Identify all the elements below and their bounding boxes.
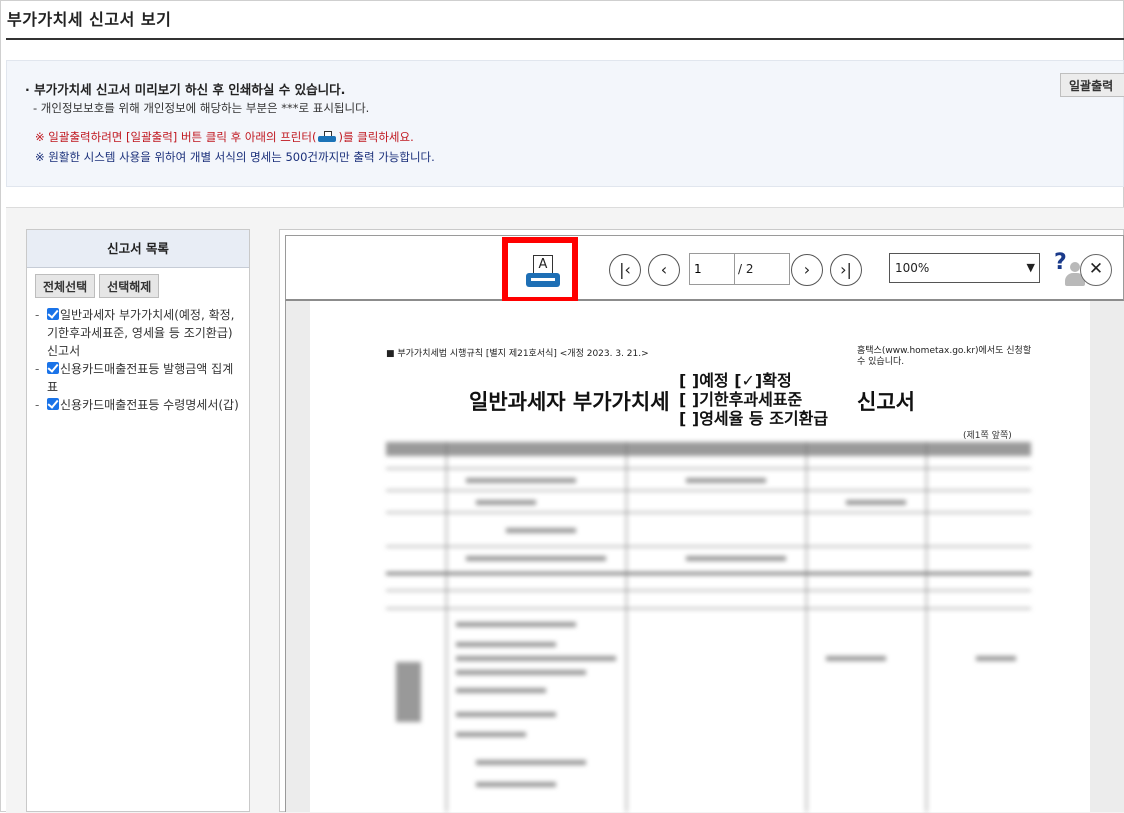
- printer-icon: [318, 131, 337, 143]
- list-item[interactable]: - 신용카드매출전표등 수령명세서(갑): [33, 396, 243, 414]
- close-button[interactable]: ✕: [1080, 254, 1112, 286]
- selection-buttons: 전체선택 선택해제: [27, 268, 249, 298]
- select-all-button[interactable]: 전체선택: [35, 274, 96, 298]
- report-list-panel: 신고서 목록 전체선택 선택해제 - 일반과세자 부가가치세(예정, 확정, 기한후…: [26, 229, 250, 812]
- list-item-label: 신용카드매출전표등 수령명세서(갑): [60, 398, 239, 412]
- list-item-label: 일반과세자 부가가치세(예정, 확정, 기한후과세표준, 영세율 등 조기환급)…: [47, 308, 235, 358]
- notice-line-4: ※ 원활한 시스템 사용을 위하여 개별 서식의 명세는 500건까지만 출력 …: [35, 150, 435, 164]
- printer-icon[interactable]: A: [526, 255, 560, 289]
- option-line: [ ]기한후과세표준: [679, 390, 803, 409]
- document-options: [ ]예정 [✓]확정 [ ]기한후과세표준 [ ]영세율 등 조기환급: [679, 371, 828, 428]
- deselect-button[interactable]: 선택해제: [99, 274, 160, 298]
- checkbox[interactable]: [47, 362, 59, 374]
- prev-page-button[interactable]: ‹: [648, 254, 680, 286]
- first-page-button[interactable]: |‹: [609, 254, 641, 286]
- next-page-button[interactable]: ›: [791, 254, 823, 286]
- print-button-highlight[interactable]: A: [502, 237, 578, 303]
- zoom-select[interactable]: 100% ▼: [889, 253, 1040, 283]
- list-item[interactable]: - 신용카드매출전표등 발행금액 집계표: [33, 360, 243, 396]
- option-line: [ ]예정 [✓]확정: [679, 371, 792, 390]
- notice-line-1: · 부가가치세 신고서 미리보기 하신 후 인쇄하실 수 있습니다.: [25, 82, 346, 97]
- document-title: 일반과세자 부가가치세: [469, 390, 670, 414]
- notice-line-3-prefix: ※ 일괄출력하려면 [일괄출력] 버튼 클릭 후 아래의 프린터(: [35, 130, 317, 144]
- document-title-suffix: 신고서: [857, 390, 915, 414]
- notice-line-2: - 개인정보보호를 위해 개인정보에 해당하는 부분은 ***로 표시됩니다.: [33, 101, 370, 115]
- list-item-label: 신용카드매출전표등 발행금액 집계표: [47, 362, 234, 394]
- chevron-down-icon: ▼: [1026, 261, 1035, 274]
- document-page-note: (제1쪽 앞쪽): [963, 431, 1012, 441]
- notice-line-3-suffix: )를 클릭하세요.: [338, 130, 414, 144]
- zoom-value: 100%: [895, 261, 930, 275]
- page-title: 부가가치세 신고서 보기: [7, 10, 172, 29]
- notice-line-3: ※ 일괄출력하려면 [일괄출력] 버튼 클릭 후 아래의 프린터( )를 클릭하세…: [35, 129, 414, 145]
- checkbox[interactable]: [47, 308, 59, 320]
- list-item[interactable]: - 일반과세자 부가가치세(예정, 확정, 기한후과세표준, 영세율 등 조기환급…: [33, 306, 243, 360]
- checkbox[interactable]: [47, 398, 59, 410]
- last-page-button[interactable]: ›|: [830, 254, 862, 286]
- document-note: 홈택스(www.hometax.go.kr)에서도 신청할 수 있습니다.: [857, 346, 1032, 367]
- report-list-header: 신고서 목록: [27, 230, 249, 268]
- page-number-input[interactable]: [689, 253, 735, 285]
- blurred-form-content: [386, 442, 1031, 812]
- document-law-line: ■ 부가가치세법 시행규칙 [별지 제21호서식] <개정 2023. 3. 2…: [386, 349, 649, 359]
- title-divider: [6, 38, 1124, 40]
- notice-box: · 부가가치세 신고서 미리보기 하신 후 인쇄하실 수 있습니다. - 개인정…: [6, 60, 1124, 187]
- page-total: / 2: [734, 253, 790, 285]
- report-tree: - 일반과세자 부가가치세(예정, 확정, 기한후과세표준, 영세율 등 조기환급…: [27, 306, 249, 414]
- close-icon: ✕: [1088, 259, 1104, 279]
- batch-print-button[interactable]: 일괄출력: [1060, 73, 1124, 97]
- option-line: [ ]영세율 등 조기환급: [679, 409, 829, 428]
